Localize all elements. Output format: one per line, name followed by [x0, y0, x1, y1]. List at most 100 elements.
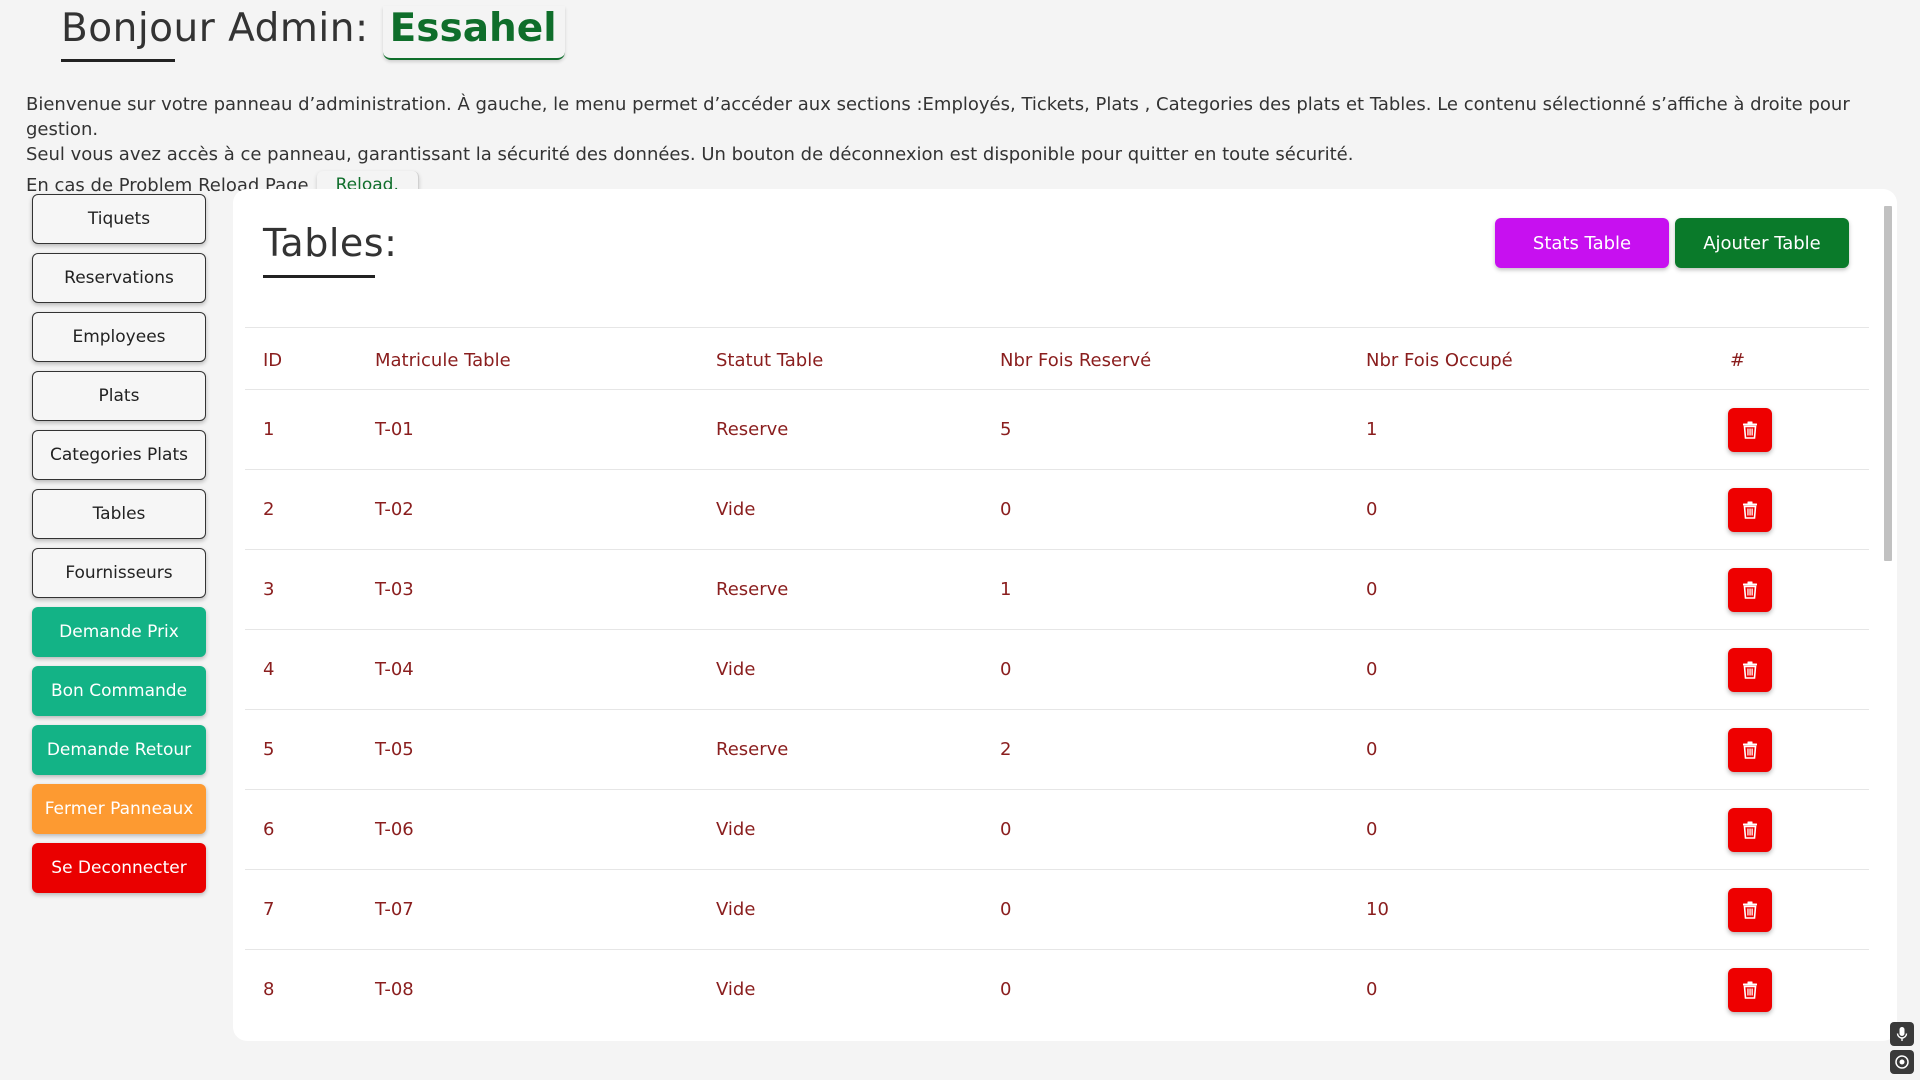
cell-actions: [1712, 469, 1869, 550]
tables-table-wrap: ID Matricule Table Statut Table Nbr Fois…: [245, 327, 1869, 1030]
cell-id: 5: [245, 709, 357, 790]
table-row: 1 T-01 Reserve 5 1: [245, 389, 1869, 470]
cell-actions: [1712, 709, 1869, 790]
delete-table-button[interactable]: [1728, 647, 1772, 692]
intro-line-1: Bienvenue sur votre panneau d’administra…: [26, 94, 1850, 140]
table-row: 3 T-03 Reserve 1 0: [245, 549, 1869, 630]
admin-name: Essahel: [389, 6, 557, 51]
cell-nbr-occupe: 0: [1348, 469, 1712, 550]
intro-line-2: Seul vous avez accès à ce panneau, garan…: [26, 144, 1354, 165]
microphone-icon[interactable]: [1890, 1022, 1914, 1046]
cell-nbr-occupe: 0: [1348, 629, 1712, 710]
cell-matricule: T-01: [357, 389, 698, 470]
cell-nbr-reserve: 2: [982, 709, 1348, 790]
scrollbar-thumb[interactable]: [1884, 206, 1892, 561]
trash-icon: [1742, 421, 1758, 439]
cell-id: 8: [245, 949, 357, 1030]
main-panel: Tables: Stats Table Ajouter Table ID Mat…: [233, 189, 1897, 1041]
tables-table: ID Matricule Table Statut Table Nbr Fois…: [245, 327, 1869, 1030]
cell-nbr-occupe: 0: [1348, 709, 1712, 790]
sidebar-item-tiquets[interactable]: Tiquets: [32, 194, 206, 244]
table-row: 4 T-04 Vide 0 0: [245, 629, 1869, 710]
sidebar-item-fermer-panneaux[interactable]: Fermer Panneaux: [32, 784, 206, 834]
cell-nbr-occupe: 0: [1348, 789, 1712, 870]
delete-table-button[interactable]: [1728, 487, 1772, 532]
panel-title: Tables:: [263, 221, 398, 265]
sidebar-item-fournisseurs[interactable]: Fournisseurs: [32, 548, 206, 598]
sidebar-item-demande-prix[interactable]: Demande Prix: [32, 607, 206, 657]
panel-title-underline: [263, 275, 375, 278]
greeting-label-wrap: Bonjour Admin:: [61, 6, 369, 62]
sidebar-item-tables[interactable]: Tables: [32, 489, 206, 539]
delete-table-button[interactable]: [1728, 727, 1772, 772]
delete-table-button[interactable]: [1728, 967, 1772, 1012]
sidebar-item-se-deconnecter[interactable]: Se Deconnecter: [32, 843, 206, 893]
header-nbr-reserve: Nbr Fois Reservé: [982, 327, 1348, 390]
sidebar-item-demande-retour[interactable]: Demande Retour: [32, 725, 206, 775]
cell-actions: [1712, 869, 1869, 950]
settings-circle-icon[interactable]: [1890, 1050, 1914, 1074]
sidebar-item-employees[interactable]: Employees: [32, 312, 206, 362]
trash-icon: [1742, 661, 1758, 679]
cell-matricule: T-08: [357, 949, 698, 1030]
sidebar-item-bon-commande[interactable]: Bon Commande: [32, 666, 206, 716]
intro-text: Bienvenue sur votre panneau d’administra…: [26, 92, 1906, 203]
greeting-label: Bonjour Admin:: [61, 6, 369, 51]
cell-statut: Vide: [698, 789, 982, 870]
trash-icon: [1742, 581, 1758, 599]
cell-matricule: T-05: [357, 709, 698, 790]
table-body: 1 T-01 Reserve 5 1 2 T-02 Vide 0 0 3 T-03 Reserve 1 0 4…: [245, 389, 1869, 1030]
sidebar-menu: Tiquets Reservations Employees Plats Categor…: [32, 194, 206, 893]
cell-nbr-reserve: 0: [982, 469, 1348, 550]
cell-statut: Reserve: [698, 389, 982, 470]
add-table-button[interactable]: Ajouter Table: [1675, 218, 1849, 268]
greeting-underline: [61, 59, 175, 62]
cell-id: 7: [245, 869, 357, 950]
table-row: 2 T-02 Vide 0 0: [245, 469, 1869, 550]
trash-icon: [1742, 501, 1758, 519]
cell-nbr-occupe: 0: [1348, 949, 1712, 1030]
trash-icon: [1742, 901, 1758, 919]
cell-nbr-reserve: 0: [982, 949, 1348, 1030]
header-nbr-occupe: Nbr Fois Occupé: [1348, 327, 1712, 390]
greeting: Bonjour Admin: Essahel: [61, 6, 565, 62]
delete-table-button[interactable]: [1728, 407, 1772, 452]
cell-id: 2: [245, 469, 357, 550]
cell-nbr-reserve: 5: [982, 389, 1348, 470]
cell-nbr-reserve: 0: [982, 789, 1348, 870]
cell-matricule: T-03: [357, 549, 698, 630]
admin-name-badge: Essahel: [382, 6, 565, 60]
cell-matricule: T-04: [357, 629, 698, 710]
cell-statut: Reserve: [698, 549, 982, 630]
sidebar-item-plats[interactable]: Plats: [32, 371, 206, 421]
cell-nbr-occupe: 10: [1348, 869, 1712, 950]
cell-statut: Vide: [698, 949, 982, 1030]
cell-matricule: T-06: [357, 789, 698, 870]
header-statut: Statut Table: [698, 327, 982, 390]
cell-actions: [1712, 549, 1869, 630]
cell-nbr-occupe: 0: [1348, 549, 1712, 630]
cell-nbr-occupe: 1: [1348, 389, 1712, 470]
trash-icon: [1742, 741, 1758, 759]
sidebar-item-reservations[interactable]: Reservations: [32, 253, 206, 303]
cell-statut: Reserve: [698, 709, 982, 790]
cell-nbr-reserve: 0: [982, 629, 1348, 710]
cell-statut: Vide: [698, 469, 982, 550]
trash-icon: [1742, 821, 1758, 839]
delete-table-button[interactable]: [1728, 807, 1772, 852]
header-matricule: Matricule Table: [357, 327, 698, 390]
table-row: 6 T-06 Vide 0 0: [245, 789, 1869, 870]
cell-statut: Vide: [698, 629, 982, 710]
table-row: 7 T-07 Vide 0 10: [245, 869, 1869, 950]
delete-table-button[interactable]: [1728, 887, 1772, 932]
header-id: ID: [245, 327, 357, 390]
cell-id: 4: [245, 629, 357, 710]
panel-scrollbar[interactable]: [1882, 192, 1892, 1042]
cell-matricule: T-07: [357, 869, 698, 950]
cell-actions: [1712, 629, 1869, 710]
stats-table-button[interactable]: Stats Table: [1495, 218, 1669, 268]
panel-title-wrap: Tables:: [263, 219, 397, 278]
sidebar-item-categories-plats[interactable]: Categories Plats: [32, 430, 206, 480]
delete-table-button[interactable]: [1728, 567, 1772, 612]
trash-icon: [1742, 981, 1758, 999]
